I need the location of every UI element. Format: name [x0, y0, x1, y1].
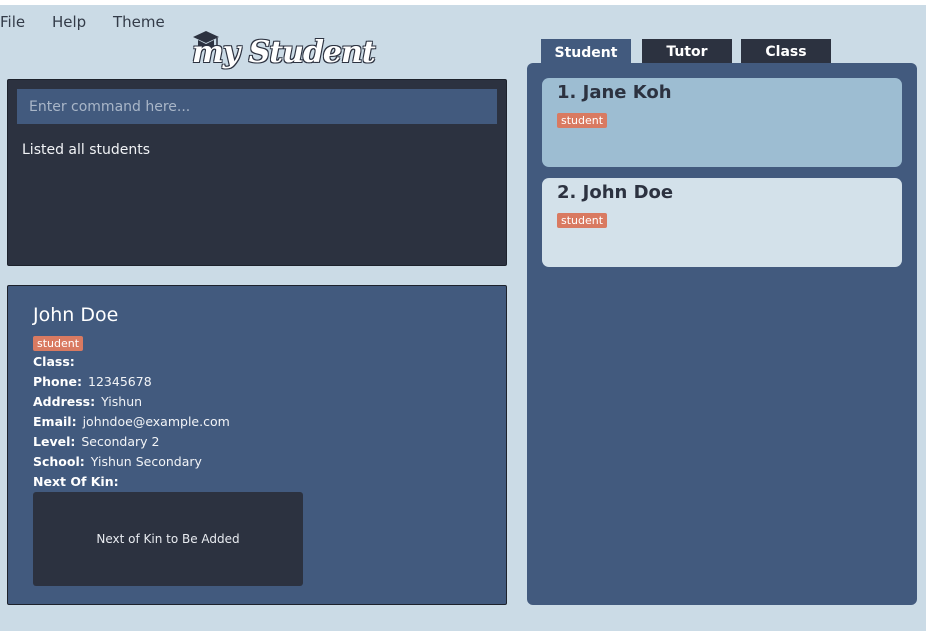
field-value: johndoe@example.com	[82, 414, 230, 429]
detail-name: John Doe	[33, 304, 119, 326]
command-input[interactable]	[17, 89, 497, 124]
field-value: Yishun	[101, 394, 143, 409]
card-tag: student	[557, 113, 608, 128]
list-item[interactable]: 2. John Doe student	[542, 178, 902, 267]
field-label: Address:	[33, 394, 96, 409]
student-list-panel: 1. Jane Koh student 2. John Doe student	[527, 63, 917, 605]
field-email: Email: johndoe@example.com	[33, 414, 230, 429]
field-value: 12345678	[88, 374, 152, 389]
list-item[interactable]: 1. Jane Koh student	[542, 78, 902, 167]
field-level: Level: Secondary 2	[33, 434, 159, 449]
menu-help[interactable]: Help	[52, 13, 86, 31]
tab-class[interactable]: Class	[741, 39, 831, 65]
field-class: Class:	[33, 354, 81, 369]
result-display: Listed all students	[22, 142, 151, 158]
field-value: Yishun Secondary	[90, 454, 202, 469]
field-next-of-kin: Next Of Kin:	[33, 474, 125, 489]
field-label: School:	[33, 454, 85, 469]
detail-tag: student	[33, 336, 84, 351]
menu-theme[interactable]: Theme	[113, 13, 165, 31]
next-of-kin-box: Next of Kin to Be Added	[33, 492, 303, 586]
field-address: Address: Yishun	[33, 394, 142, 409]
next-of-kin-placeholder: Next of Kin to Be Added	[96, 532, 240, 546]
field-label: Email:	[33, 414, 77, 429]
field-label: Phone:	[33, 374, 83, 389]
card-tag: student	[557, 213, 608, 228]
menu-file[interactable]: File	[0, 13, 25, 31]
app-logo: my Student	[188, 31, 376, 79]
field-label: Class:	[33, 354, 75, 369]
field-phone: Phone: 12345678	[33, 374, 152, 389]
field-school: School: Yishun Secondary	[33, 454, 202, 469]
student-detail-panel: John Doe student Class: Phone: 12345678 A…	[7, 285, 507, 605]
field-label: Level:	[33, 434, 76, 449]
app-window: File Help Theme my Student Listed all st…	[0, 5, 926, 631]
field-value: Secondary 2	[81, 434, 160, 449]
logo-text: my Student	[192, 35, 376, 70]
command-panel: Listed all students	[7, 79, 507, 266]
card-name: 2. John Doe	[557, 182, 674, 203]
tab-tutor[interactable]: Tutor	[642, 39, 732, 65]
field-label: Next Of Kin:	[33, 474, 119, 489]
card-name: 1. Jane Koh	[557, 82, 672, 103]
